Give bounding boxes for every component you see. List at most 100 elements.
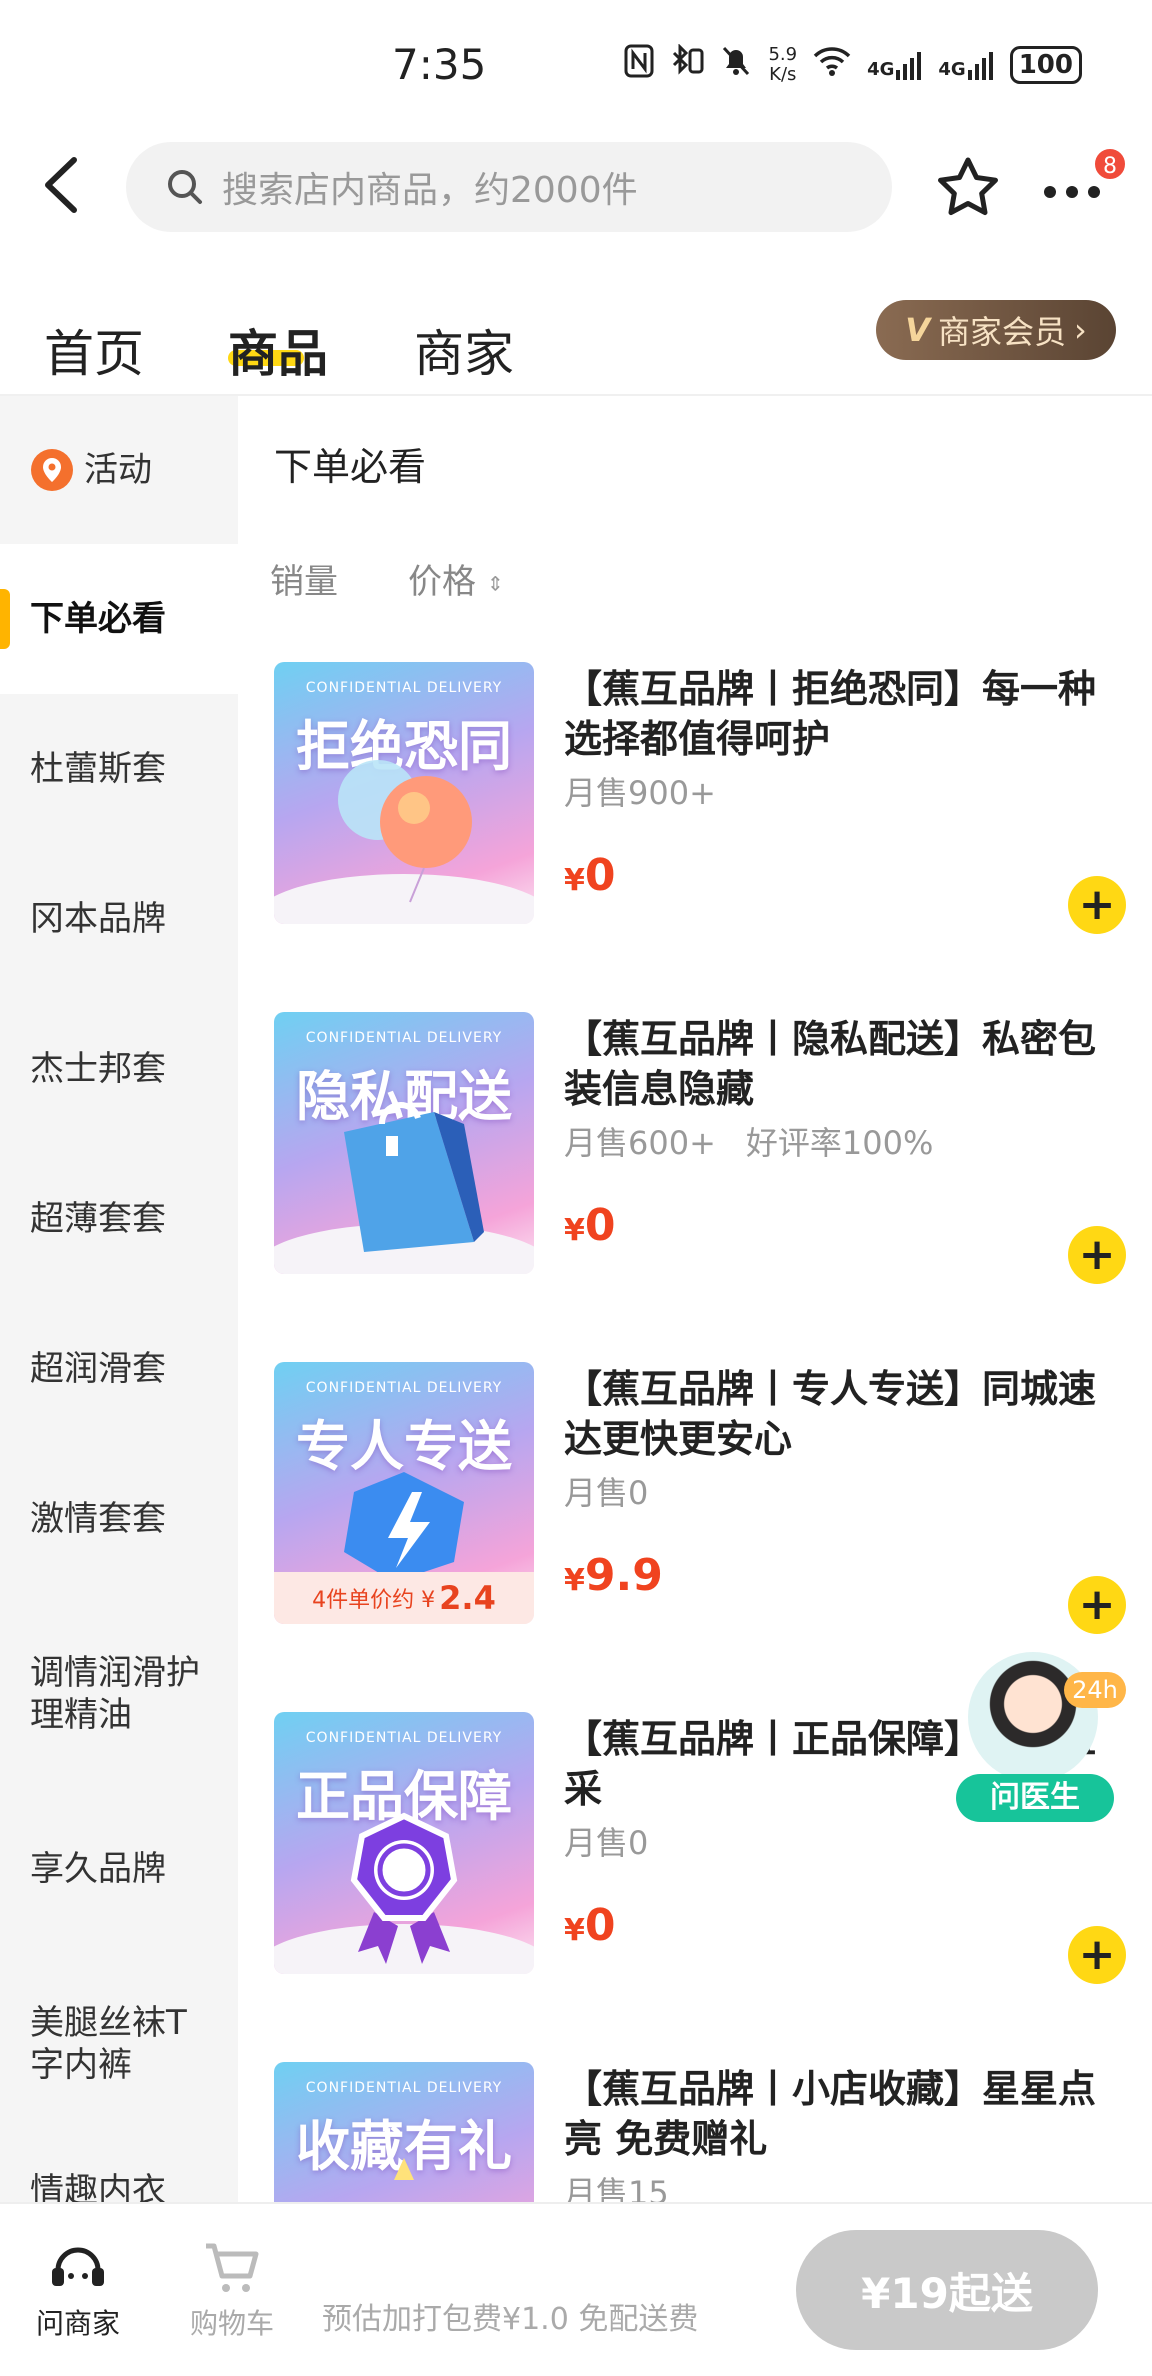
cart-icon <box>206 2243 259 2292</box>
signal-bars-icon <box>896 52 922 80</box>
sidebar-item-label: 享久品牌 <box>30 1849 166 1889</box>
product-card[interactable]: CONFIDENTIAL DELIVERY 收藏有礼 【蕉互品牌丨小店收藏】星星… <box>274 2062 1134 2202</box>
sidebar-item-lube-oil[interactable]: 调情润滑护理精油 <box>0 1594 238 1794</box>
product-title: 【蕉互品牌丨专人专送】同城速达更快更安心 <box>564 1367 1097 1461</box>
category-sidebar[interactable]: 活动 下单必看 杜蕾斯套 冈本品牌 杰士邦套 超薄套套 超润滑套 激情套套 调情… <box>0 396 238 2202</box>
wifi-icon <box>813 46 851 84</box>
product-title: 【蕉互品牌丨拒绝恐同】每一种选择都值得呵护 <box>564 667 1097 761</box>
net-speed-unit: K/s <box>769 64 797 85</box>
sidebar-item-stockings[interactable]: 美腿丝袜T字内裤 <box>0 1944 238 2144</box>
monthly-sales: 月售0 <box>564 1824 649 1862</box>
customer-service-icon <box>52 2247 104 2286</box>
ask-merchant-button[interactable]: 问商家 <box>18 2240 138 2342</box>
sidebar-item-lubricated[interactable]: 超润滑套 <box>0 1294 238 1444</box>
cart-button[interactable]: 购物车 <box>172 2240 292 2342</box>
product-card[interactable]: CONFIDENTIAL DELIVERY 拒绝恐同 【蕉互品牌丨拒绝恐同】每一… <box>274 662 1134 962</box>
product-price: ¥0 <box>564 1900 616 1951</box>
bluetooth-battery-icon <box>670 43 704 86</box>
plus-icon: + <box>1078 1229 1116 1280</box>
promo-prefix: 4件单价约 ¥ <box>312 1588 436 1613</box>
monthly-sales: 月售15 <box>564 2174 669 2202</box>
bulk-price-promo: 4件单价约 ¥2.4 <box>274 1572 534 1624</box>
member-v-icon: V <box>905 311 930 349</box>
favorite-button[interactable] <box>930 150 1006 226</box>
sidebar-item-durex[interactable]: 杜蕾斯套 <box>0 694 238 844</box>
packing-fee-note: 预估加打包费¥1.0 免配送费 <box>322 2302 699 2337</box>
currency-symbol: ¥ <box>564 1913 585 1948</box>
product-image[interactable]: CONFIDENTIAL DELIVERY 拒绝恐同 <box>274 662 534 924</box>
plus-icon: + <box>1078 879 1116 930</box>
sidebar-item-okamoto[interactable]: 冈本品牌 <box>0 844 238 994</box>
sidebar-item-label: 冈本品牌 <box>30 899 166 939</box>
ask-doctor-float[interactable]: 24h 问医生 <box>956 1652 1126 1832</box>
rating: 好评率100% <box>745 1124 934 1162</box>
product-list-panel[interactable]: 下单必看 销量 价格 ⇕ CONFIDENTIAL DELIVERY 拒绝恐同 … <box>238 396 1152 2202</box>
price-value: 0 <box>584 1900 616 1951</box>
product-price: ¥0 <box>564 1200 616 1251</box>
sidebar-item-label: 超薄套套 <box>30 1199 166 1239</box>
back-button[interactable] <box>30 150 100 220</box>
net-speed-value: 5.9 <box>768 44 798 65</box>
bottom-bar: 问商家 购物车 预估加打包费¥1.0 免配送费 ¥19起送 <box>0 2202 1152 2376</box>
merchant-member-button[interactable]: V 商家会员 › <box>876 300 1116 360</box>
sidebar-item-lingerie[interactable]: 情趣内衣 <box>0 2144 238 2202</box>
product-image[interactable]: CONFIDENTIAL DELIVERY 专人专送 4件单价约 ¥2.4 <box>274 1362 534 1624</box>
nfc-icon <box>624 44 654 86</box>
sidebar-item-label: 杰士邦套 <box>30 1049 166 1089</box>
signal-bars-icon <box>967 52 993 80</box>
currency-symbol: ¥ <box>564 863 585 898</box>
sidebar-item-label: 超润滑套 <box>30 1349 166 1389</box>
add-to-cart-button[interactable]: + <box>1068 1576 1126 1634</box>
product-card[interactable]: CONFIDENTIAL DELIVERY 专人专送 4件单价约 ¥2.4 【蕉… <box>274 1362 1134 1662</box>
authentic-seal-icon <box>350 1812 458 1964</box>
sidebar-item-passion[interactable]: 激情套套 <box>0 1444 238 1594</box>
sidebar-item-ultra-thin[interactable]: 超薄套套 <box>0 1144 238 1294</box>
mute-bell-icon <box>720 44 752 86</box>
product-title: 【蕉互品牌丨隐私配送】私密包装信息隐藏 <box>564 1017 1097 1111</box>
price-value: 9.9 <box>584 1550 663 1601</box>
sort-by-price[interactable]: 价格 ⇕ <box>408 554 504 603</box>
sidebar-item-label: 美腿丝袜T字内裤 <box>30 2003 187 2085</box>
sidebar-item-label: 激情套套 <box>30 1499 166 1539</box>
sidebar-item-label: 下单必看 <box>30 599 166 639</box>
tab-home[interactable]: 首页 <box>44 314 144 386</box>
search-input[interactable]: 搜索店内商品，约2000件 <box>126 142 892 232</box>
sort-price-label: 价格 <box>408 562 476 602</box>
sort-bar: 销量 价格 ⇕ <box>270 554 504 603</box>
star-icon <box>938 157 998 216</box>
monthly-sales: 月售0 <box>564 1474 649 1512</box>
selected-indicator <box>0 589 10 649</box>
price-value: 0 <box>584 850 616 901</box>
sidebar-item-must-read[interactable]: 下单必看 <box>0 544 238 694</box>
price-value: 0 <box>584 1200 616 1251</box>
product-sales: 月售0 <box>564 1468 648 1514</box>
sidebar-item-label: 活动 <box>84 450 152 490</box>
signal-2-label: 4G <box>938 59 966 80</box>
product-image[interactable]: CONFIDENTIAL DELIVERY 正品保障 <box>274 1712 534 1974</box>
sidebar-item-jissbon[interactable]: 杰士邦套 <box>0 994 238 1144</box>
add-to-cart-button[interactable]: + <box>1068 876 1126 934</box>
sidebar-item-label: 调情润滑护理精油 <box>30 1653 200 1735</box>
signal-2: 4G <box>938 50 993 80</box>
product-price: ¥0 <box>564 850 616 901</box>
status-bar: 7:35 5.9 K/s 4G 4G 100 <box>0 0 1152 130</box>
product-image[interactable]: CONFIDENTIAL DELIVERY 隐私配送 <box>274 1012 534 1274</box>
tab-merchant[interactable]: 商家 <box>414 314 514 386</box>
ask-doctor-label: 问医生 <box>956 1774 1114 1822</box>
sidebar-item-xiangjiu[interactable]: 享久品牌 <box>0 1794 238 1944</box>
sidebar-item-activity[interactable]: 活动 <box>0 396 238 544</box>
sort-by-sales[interactable]: 销量 <box>270 554 338 603</box>
min-order-button[interactable]: ¥19起送 <box>796 2230 1098 2350</box>
sort-arrows-icon: ⇕ <box>486 571 504 596</box>
chevron-left-icon <box>45 157 77 213</box>
product-title: 【蕉互品牌丨小店收藏】星星点亮 免费赠礼 <box>564 2067 1097 2161</box>
product-image[interactable]: CONFIDENTIAL DELIVERY 收藏有礼 <box>274 2062 534 2202</box>
gift-star-icon <box>394 2158 414 2180</box>
product-sales: 月售0 <box>564 1818 648 1864</box>
cart-label: 购物车 <box>189 2307 274 2340</box>
add-to-cart-button[interactable]: + <box>1068 1226 1126 1284</box>
tab-products[interactable]: 商品 <box>228 314 328 386</box>
add-to-cart-button[interactable]: + <box>1068 1926 1126 1984</box>
product-card[interactable]: CONFIDENTIAL DELIVERY 隐私配送 【蕉互品牌丨隐私配送】私密… <box>274 1012 1134 1312</box>
monthly-sales: 月售600+ <box>564 1124 716 1162</box>
